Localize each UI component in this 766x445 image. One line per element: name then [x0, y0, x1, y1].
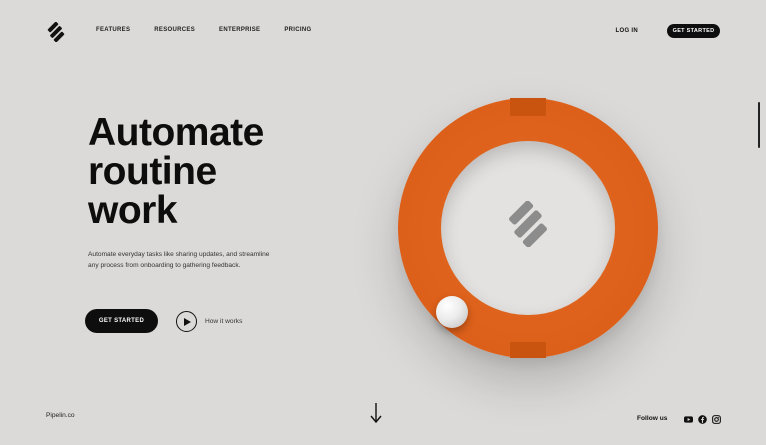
- nav-get-started-button[interactable]: GET STARTED: [667, 24, 720, 38]
- white-ball: [436, 296, 468, 328]
- login-link[interactable]: LOG IN: [616, 28, 638, 34]
- how-it-works-button[interactable]: How it works: [176, 309, 242, 334]
- play-icon[interactable]: [176, 311, 197, 332]
- facebook-icon[interactable]: [698, 415, 707, 424]
- hero-illustration: [398, 98, 658, 358]
- pipeline-logo-icon[interactable]: [46, 22, 66, 42]
- nav-features[interactable]: FEATURES: [96, 27, 130, 33]
- scroll-indicator[interactable]: [758, 102, 760, 148]
- follow-us-label: Follow us: [637, 415, 668, 422]
- how-it-works-label: How it works: [205, 318, 243, 325]
- hero-title-line: routine: [88, 150, 217, 193]
- ring-notch: [510, 98, 546, 116]
- nav-enterprise[interactable]: ENTERPRISE: [219, 27, 260, 33]
- footer-brand[interactable]: Pipelin.co: [46, 412, 75, 419]
- hero-title-line: Automate: [88, 111, 264, 154]
- top-nav: FEATURES RESOURCES ENTERPRISE PRICING LO…: [46, 22, 720, 42]
- ring-notch: [510, 342, 546, 358]
- pipeline-logo-icon: [509, 201, 547, 247]
- hero-title: Automate routine work: [88, 113, 264, 230]
- arrow-down-icon[interactable]: [369, 401, 383, 425]
- instagram-icon[interactable]: [712, 415, 721, 424]
- nav-resources[interactable]: RESOURCES: [154, 27, 195, 33]
- hero-title-line: work: [88, 189, 178, 232]
- nav-pricing[interactable]: PRICING: [284, 27, 311, 33]
- social-links: [684, 415, 721, 424]
- nav-links: FEATURES RESOURCES ENTERPRISE PRICING: [96, 27, 311, 33]
- youtube-icon[interactable]: [684, 415, 693, 424]
- hero-description: Automate everyday tasks like sharing upd…: [88, 251, 270, 269]
- hero-get-started-button[interactable]: GET STARTED: [85, 309, 158, 333]
